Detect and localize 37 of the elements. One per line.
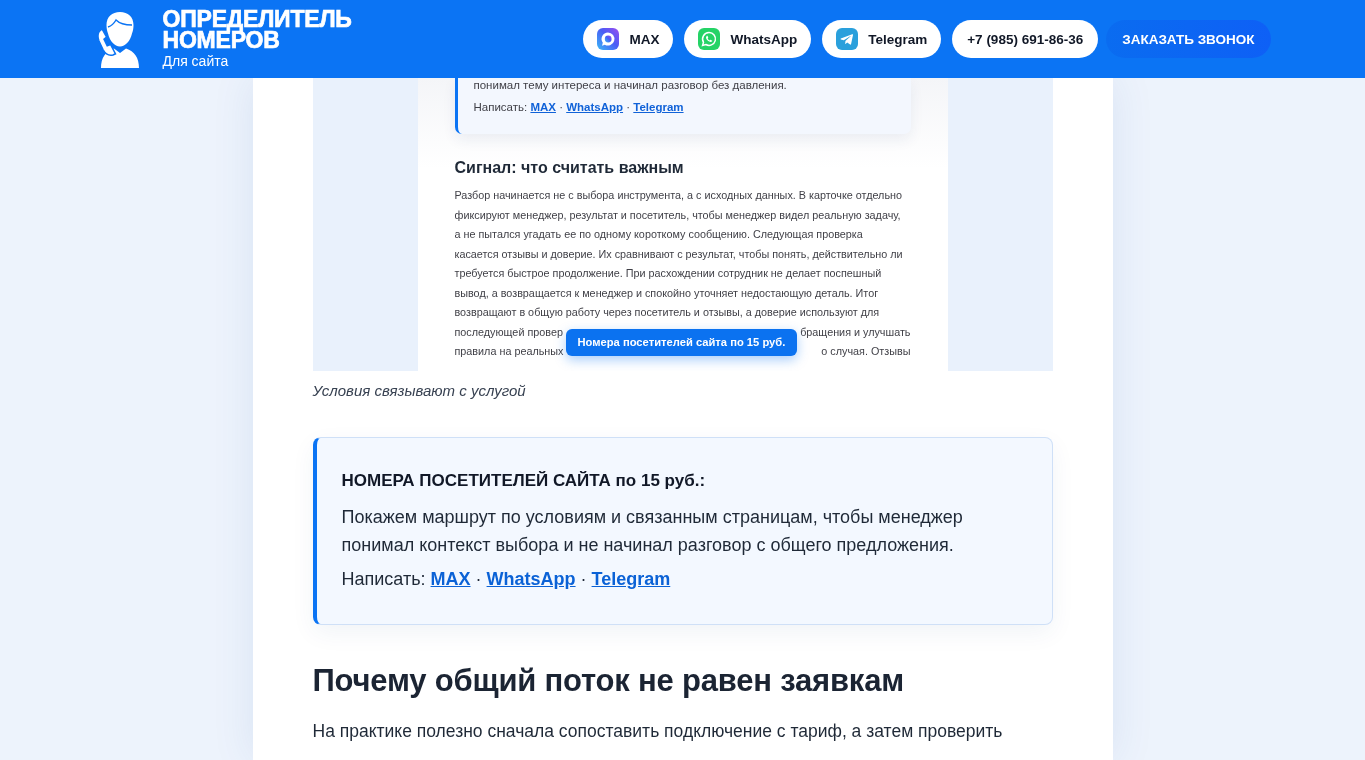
messenger-button[interactable]: WhatsApp <box>684 20 812 58</box>
contact-link[interactable]: Telegram <box>633 101 684 113</box>
text-line: касается отзывы и доверие. Их сравнивают с результат, чтобы понять, действительно ли <box>454 246 903 262</box>
contact-line: Написать: MAX · WhatsApp · Telegram <box>473 100 685 114</box>
callout-title: НОМЕРА ПОСЕТИТЕЛЕЙ САЙТА по 15 руб.: <box>341 471 707 490</box>
offer-button[interactable]: Номера посетителей сайта по 15 руб. <box>565 329 798 356</box>
site-subtitle: Для сайта <box>162 51 230 70</box>
text-line: а не пытался угадать ее по одному короткому сообщению. Следующая проверка <box>454 227 863 242</box>
image-caption: Условия связывают с услугой <box>312 381 527 401</box>
section-heading: Сигнал: что считать важным <box>454 158 685 178</box>
text-line: последующей провер <box>454 324 563 340</box>
contact-link[interactable]: MAX <box>530 101 556 113</box>
contact-link[interactable]: MAX <box>430 569 471 589</box>
contact-link[interactable]: WhatsApp <box>486 569 576 589</box>
text-line: Разбор начинается не с выбора инструмента, а с исходных данных. В карточке отдельно <box>454 188 902 203</box>
messenger-button[interactable]: Telegram <box>822 20 942 58</box>
text-line: требуется быстрое продолжение. При расхождении сотрудник не делает поспешный <box>454 266 882 281</box>
text-line: правила на реальных <box>454 344 564 359</box>
messenger-button[interactable]: MAX <box>583 20 674 58</box>
callback-button[interactable]: ЗАКАЗАТЬ ЗВОНОК <box>1106 20 1271 58</box>
chat-bubble-icon <box>597 28 620 50</box>
contact-link[interactable]: WhatsApp <box>566 101 624 113</box>
callout-text: Покажем маршрут по условиям и связанным страницам, чтобы менеджер понимал контекст выбора и не начинал разговор с общего предложения. <box>341 506 964 557</box>
paragraph: На практике полезно сначала сопоставить подключение с тариф, а затем проверить <box>312 720 1004 743</box>
site-title: ОПРЕДЕЛИТЕЛЬ НОМЕРОВ <box>162 8 353 51</box>
text-line: о случая. Отзывы <box>821 344 911 359</box>
paper-plane-icon <box>836 28 859 50</box>
text-line: возвращают в общую работу через посетитель и отзывы, а доверие используют для <box>454 305 880 320</box>
card-text: понимал тему интереса и начинал разговор без давления. <box>473 78 788 92</box>
phone-button[interactable]: +7 (985) 691-86-36 <box>952 20 1099 58</box>
text-line: фиксируют менеджер, результат и посетитель, чтобы менеджер видел реальную задачу, <box>454 207 901 223</box>
contact-link[interactable]: Telegram <box>591 569 671 589</box>
phone-bubble-icon <box>698 28 721 50</box>
section-heading: Почему общий поток не равен заявкам <box>312 662 905 700</box>
text-line: бращения и улучшать <box>800 324 911 340</box>
contact-line: Написать: MAX · WhatsApp · Telegram <box>341 568 672 591</box>
text-line: вывод, а возвращается к менеджер и спокойно уточняет недостающую деталь. Итог <box>454 285 879 301</box>
